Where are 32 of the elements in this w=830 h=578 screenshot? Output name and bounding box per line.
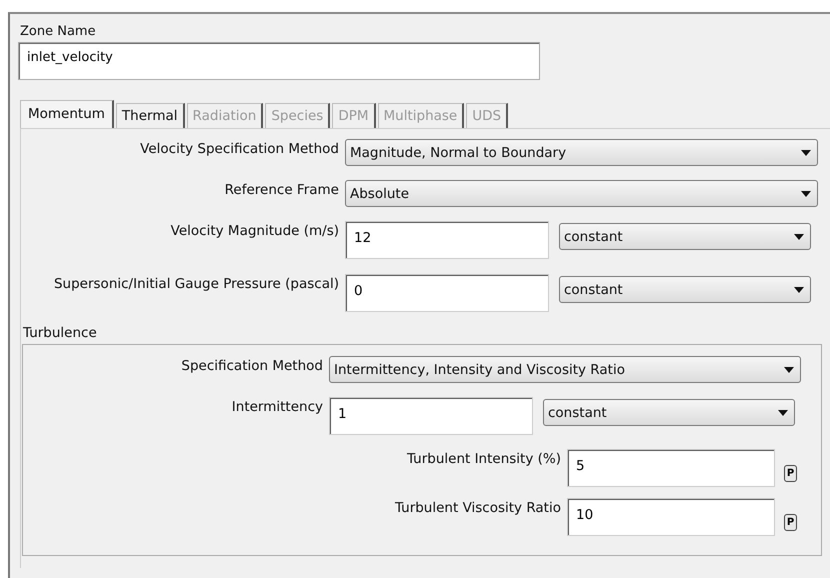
caret-icon	[784, 366, 794, 372]
caret-icon	[801, 190, 811, 196]
dropdown[interactable]: constant	[543, 399, 795, 426]
group-title: Turbulence	[23, 325, 98, 341]
caret-icon	[794, 234, 804, 240]
field-label: Specification Method	[180, 357, 323, 374]
dropdown[interactable]: Intermittency, Intensity and Viscosity Ratio	[329, 356, 801, 383]
tab[interactable]: Momentum	[20, 100, 114, 128]
input-field[interactable]: 12	[345, 221, 549, 259]
field-label: Turbulent Viscosity Ratio	[394, 499, 561, 516]
field-label: Turbulent Intensity (%)	[406, 450, 561, 467]
input-field[interactable]: 0	[345, 274, 549, 312]
parameter-button[interactable]: P	[784, 514, 797, 531]
input-field[interactable]: 5	[567, 449, 775, 487]
input-field[interactable]: 1	[329, 397, 533, 435]
input-field[interactable]: 10	[567, 498, 775, 536]
parameter-button[interactable]: P	[784, 465, 797, 482]
field-label: Velocity Specification Method	[139, 140, 339, 157]
dropdown[interactable]: Magnitude, Normal to Boundary	[345, 139, 818, 166]
field-label: Reference Frame	[224, 181, 339, 198]
caret-icon	[801, 150, 811, 156]
field-label: Zone Name	[20, 24, 97, 40]
dropdown[interactable]: constant	[559, 223, 811, 250]
zone-name-field[interactable]: inlet_velocity	[18, 42, 540, 80]
field-label: Supersonic/Initial Gauge Pressure (pascal)	[52, 275, 339, 292]
dropdown[interactable]: Absolute	[345, 180, 818, 207]
field-label: Intermittency	[230, 398, 323, 415]
caret-icon	[794, 286, 804, 292]
dropdown[interactable]: constant	[559, 276, 811, 303]
tab[interactable]: Thermal	[116, 103, 185, 128]
caret-icon	[778, 410, 788, 416]
field-label: Velocity Magnitude (m/s)	[170, 222, 339, 239]
